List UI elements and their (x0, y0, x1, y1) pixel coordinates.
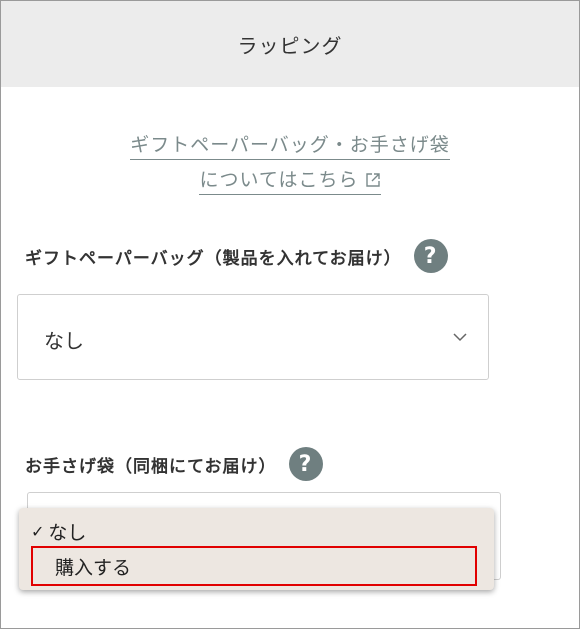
gift-bag-select[interactable]: なし (17, 294, 489, 380)
hand-bag-dropdown-menu: ✓ なし 購入する (19, 508, 494, 590)
info-link-line1[interactable]: ギフトペーパーバッグ・お手さげ袋 (130, 133, 450, 160)
hand-bag-label: お手さげ袋（同梱にてお届け） (25, 456, 277, 477)
dropdown-option-label: なし (48, 521, 87, 544)
section-header: ラッピング (1, 1, 579, 87)
gift-bag-label-row: ギフトペーパーバッグ（製品を入れてお届け） ? (25, 239, 448, 273)
dropdown-option-buy[interactable]: 購入する (31, 546, 477, 586)
checkmark-icon: ✓ (31, 521, 45, 541)
wrapping-panel: ラッピング ギフトペーパーバッグ・お手さげ袋 についてはこちら ギフトペーパーバ… (0, 0, 580, 629)
wrapping-info-link[interactable]: ギフトペーパーバッグ・お手さげ袋 についてはこちら (1, 133, 579, 203)
dropdown-option-label: 購入する (55, 556, 132, 579)
info-link-line2[interactable]: についてはこちら (199, 168, 381, 195)
section-title: ラッピング (237, 33, 343, 58)
info-link-line2-text[interactable]: についてはこちら (199, 168, 358, 192)
gift-bag-select-value: なし (44, 329, 84, 353)
gift-bag-label: ギフトペーパーバッグ（製品を入れてお届け） (25, 248, 402, 269)
external-link-icon (365, 173, 380, 187)
help-icon[interactable]: ? (288, 447, 323, 481)
chevron-down-icon (453, 333, 467, 342)
help-icon[interactable]: ? (413, 239, 448, 273)
hand-bag-label-row: お手さげ袋（同梱にてお届け） ? (25, 447, 323, 481)
dropdown-option-none[interactable]: ✓ なし (19, 518, 494, 544)
